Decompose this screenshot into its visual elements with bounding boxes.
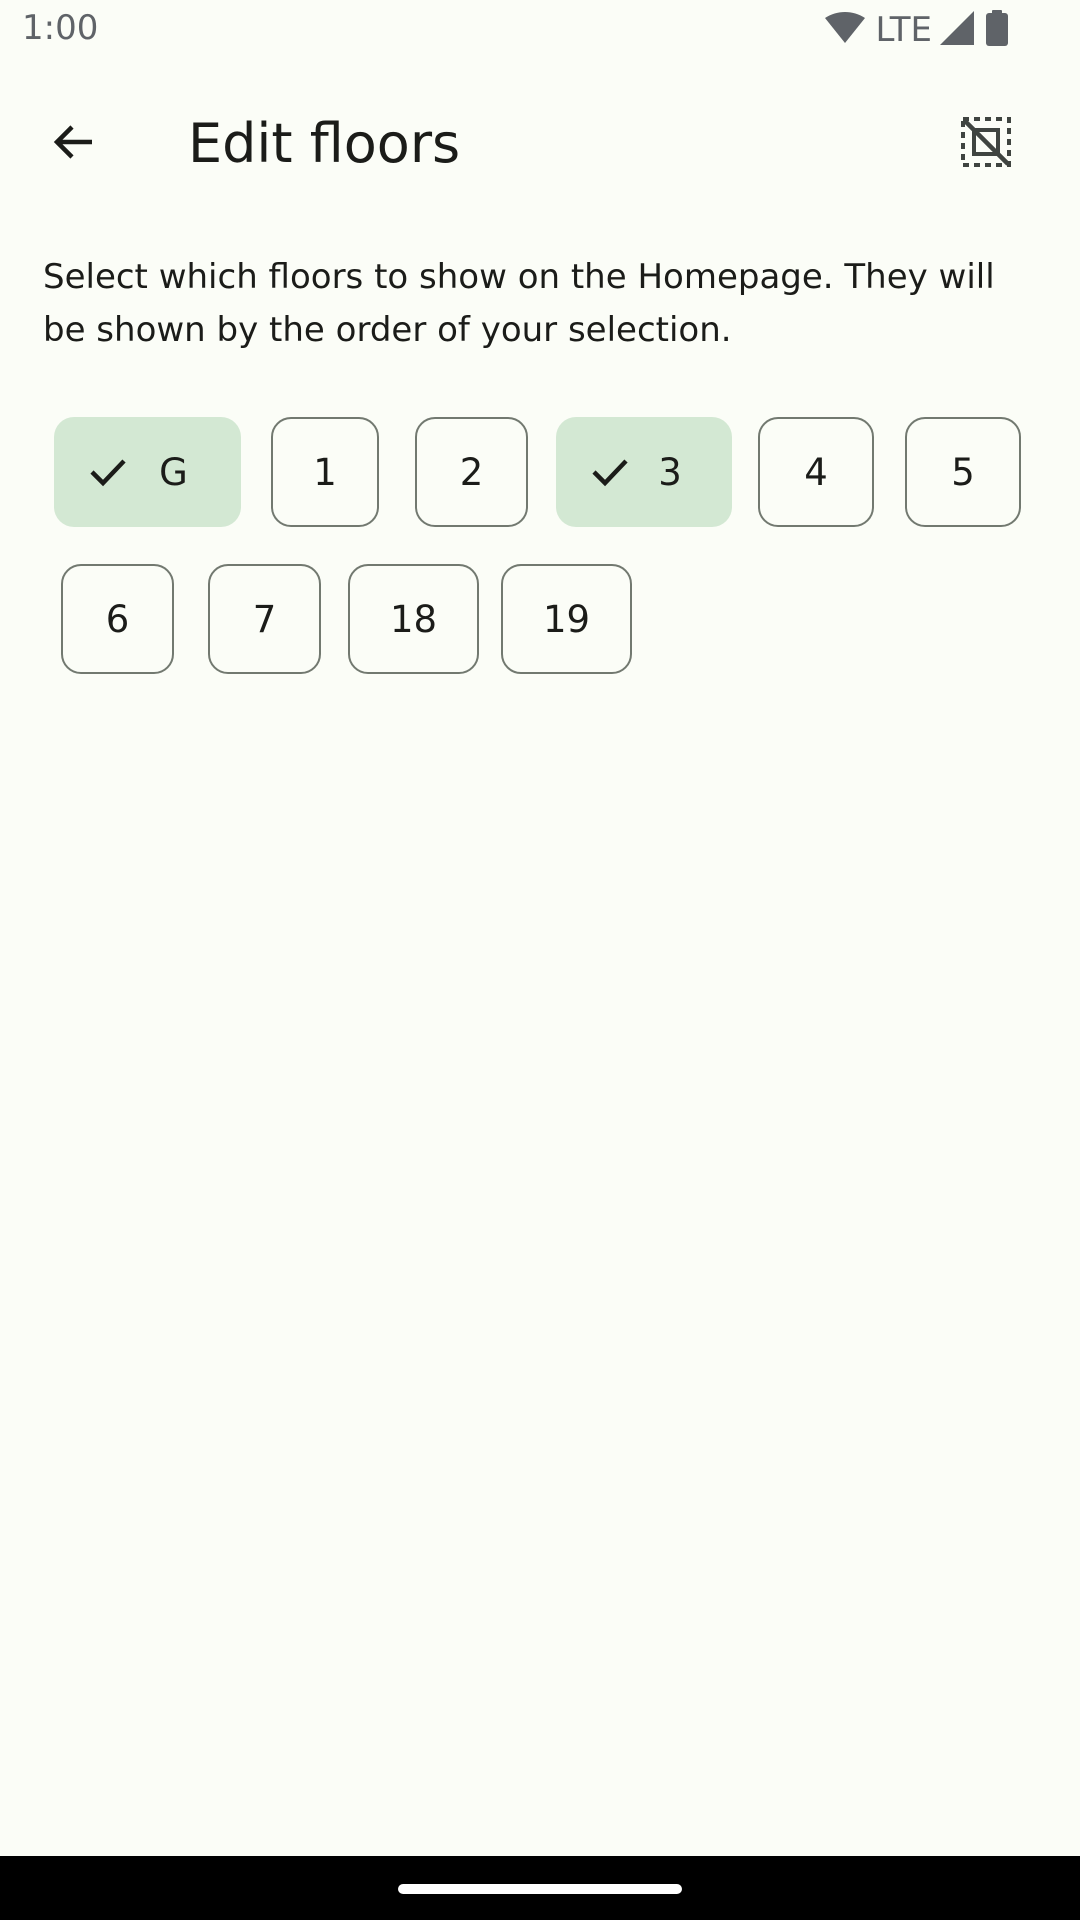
floor-chip-label: G [159,450,188,494]
floor-chip[interactable]: 2 [415,417,528,527]
deselect-all-button[interactable] [946,104,1026,184]
floor-chip[interactable]: 3 [556,417,732,527]
system-nav-bar [0,1856,1080,1920]
floor-chip-label: 6 [105,597,130,641]
check-icon [590,452,630,492]
deselect-icon [960,116,1012,172]
floor-chip[interactable]: 6 [61,564,174,674]
app-bar: Edit floors [0,80,1080,196]
status-bar: 1:00 LTE [0,0,1080,64]
floor-chip-label: 5 [951,450,975,494]
floor-chip-label: 19 [542,597,591,641]
floor-chip[interactable]: 1 [271,417,379,527]
network-type: LTE [875,10,932,50]
floor-chip-label: 3 [658,450,682,494]
page-title: Edit floors [188,112,461,175]
battery-icon [986,10,1008,50]
floor-chip-label: 1 [313,450,337,494]
check-icon [88,452,128,492]
back-button[interactable] [34,104,114,184]
signal-icon [940,11,974,49]
floor-chip[interactable]: G [54,417,241,527]
floor-chip[interactable]: 4 [758,417,874,527]
wifi-icon [825,12,866,48]
floor-chip[interactable]: 5 [905,417,1021,527]
floor-chip-label: 7 [252,597,277,641]
floor-chip-label: 2 [459,450,484,494]
home-indicator[interactable] [398,1884,682,1894]
floor-chip[interactable]: 7 [208,564,321,674]
description-text: Select which floors to show on the Homep… [43,257,995,350]
floor-chip-label: 18 [389,597,438,641]
floor-chip[interactable]: 19 [501,564,632,674]
floor-chip[interactable]: 18 [348,564,479,674]
status-icons: LTE [825,10,1008,50]
floor-chip-label: 4 [804,450,828,494]
status-time: 1:00 [22,8,99,48]
arrow-back-icon [50,118,98,170]
